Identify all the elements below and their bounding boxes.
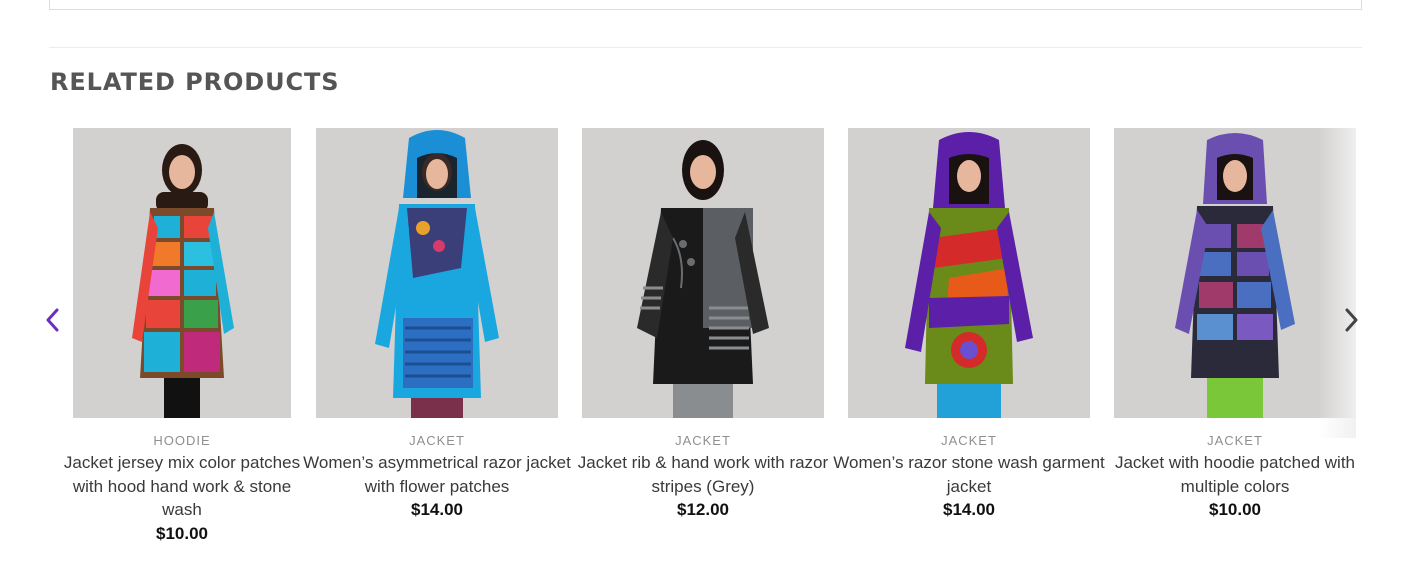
product-price: $10.00 (156, 523, 208, 543)
product-title-link[interactable]: Women’s razor stone wash garment jacket (828, 451, 1110, 498)
product-info: Women’s razor stone wash garment jacket … (828, 451, 1110, 522)
product-card[interactable]: JACKET Women’s asymmetrical razor jacket… (303, 128, 571, 519)
product-title-link[interactable]: Jacket rib & hand work with razor stripe… (562, 451, 844, 498)
product-image[interactable] (316, 128, 558, 418)
product-price: $14.00 (411, 500, 463, 519)
chevron-right-icon (1345, 308, 1358, 332)
product-card[interactable]: HOODIE Jacket jersey mix color patches w… (64, 128, 300, 543)
product-card[interactable]: JACKET Jacket with hoodie patched with m… (1114, 128, 1356, 519)
product-info: Women’s asymmetrical razor jacket with f… (296, 451, 578, 522)
product-info: Jacket rib & hand work with razor stripe… (562, 451, 844, 522)
product-price: $10.00 (1209, 500, 1261, 519)
product-category: JACKET (409, 433, 465, 448)
product-image[interactable] (848, 128, 1090, 418)
product-card[interactable]: JACKET Jacket rib & hand work with razor… (578, 128, 828, 519)
product-info: Jacket jersey mix color patches with hoo… (53, 451, 311, 545)
product-photo (905, 132, 1033, 418)
product-price: $14.00 (943, 500, 995, 519)
product-category: JACKET (1207, 433, 1263, 448)
product-card[interactable]: JACKET Women’s razor stone wash garment … (833, 128, 1105, 519)
product-image[interactable] (1114, 128, 1356, 418)
product-image[interactable] (582, 128, 824, 418)
product-photo (132, 144, 234, 418)
product-category: HOODIE (153, 433, 211, 448)
product-photo (637, 140, 769, 418)
product-title-link[interactable]: Jacket jersey mix color patches with hoo… (53, 451, 311, 522)
related-products-slider: HOODIE Jacket jersey mix color patches w… (0, 0, 1417, 561)
product-category: JACKET (675, 433, 731, 448)
product-title-link[interactable]: Jacket with hoodie patched with multiple… (1094, 451, 1376, 498)
product-photo (1175, 133, 1295, 418)
slider-prev-button[interactable] (39, 303, 65, 337)
product-image[interactable] (73, 128, 291, 418)
slider-next-button[interactable] (1339, 303, 1365, 337)
product-photo (375, 130, 499, 418)
chevron-left-icon (46, 308, 59, 332)
product-title-link[interactable]: Women’s asymmetrical razor jacket with f… (296, 451, 578, 498)
product-info: Jacket with hoodie patched with multiple… (1094, 451, 1376, 522)
product-price: $12.00 (677, 500, 729, 519)
product-category: JACKET (941, 433, 997, 448)
